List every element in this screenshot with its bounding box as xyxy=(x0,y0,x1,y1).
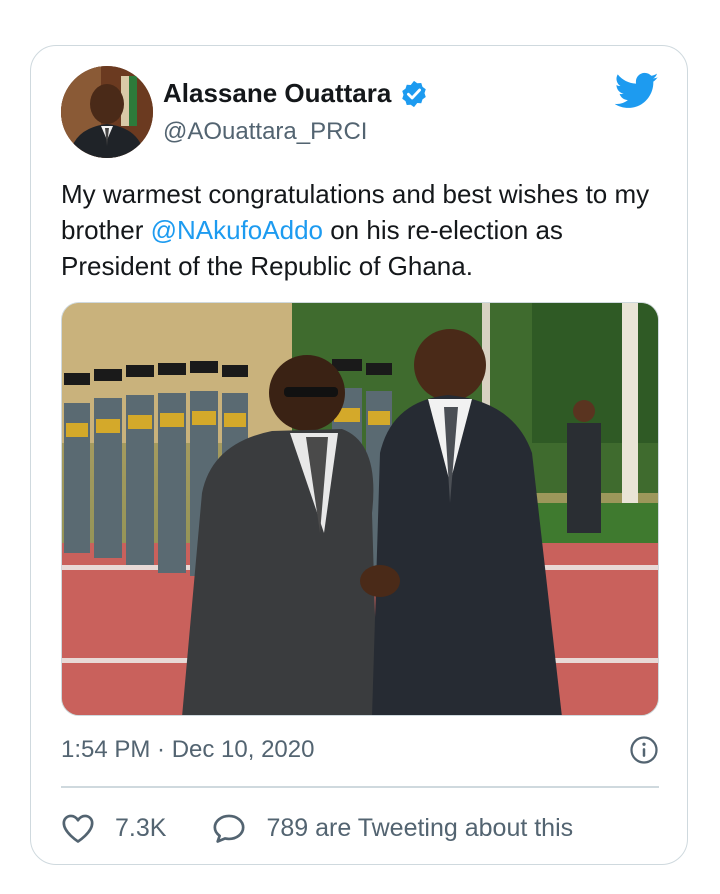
info-icon[interactable] xyxy=(629,735,659,765)
conversation-text: 789 are Tweeting about this xyxy=(266,813,574,842)
tweet-text: My warmest congratulations and best wish… xyxy=(61,176,671,284)
author-display-name[interactable]: Alassane Ouattara xyxy=(163,78,391,109)
conversation-button[interactable]: 789 are Tweeting about this xyxy=(212,812,573,844)
tweet-photo[interactable] xyxy=(61,302,659,716)
likes-count: 7.3K xyxy=(115,813,167,842)
speech-bubble-icon xyxy=(213,814,245,843)
tweet-actions: 7.3K 789 are Tweeting about this xyxy=(61,806,659,850)
tweet-meta-row: 1:54 PM · Dec 10, 2020 xyxy=(61,732,659,768)
twitter-bird-icon[interactable] xyxy=(615,72,659,110)
mention-link[interactable]: @NAkufoAddo xyxy=(151,215,323,245)
like-button[interactable]: 7.3K xyxy=(61,812,166,844)
tweet-timestamp[interactable]: 1:54 PM · Dec 10, 2020 xyxy=(61,736,314,764)
divider xyxy=(61,786,659,788)
tweet-card[interactable]: Alassane Ouattara @AOuattara_PRCI My war… xyxy=(30,45,688,865)
author-handle[interactable]: @AOuattara_PRCI xyxy=(163,118,367,146)
author-name-row[interactable]: Alassane Ouattara xyxy=(163,78,429,109)
avatar[interactable] xyxy=(61,66,153,158)
verified-badge-icon xyxy=(402,80,427,107)
heart-icon xyxy=(62,814,94,843)
